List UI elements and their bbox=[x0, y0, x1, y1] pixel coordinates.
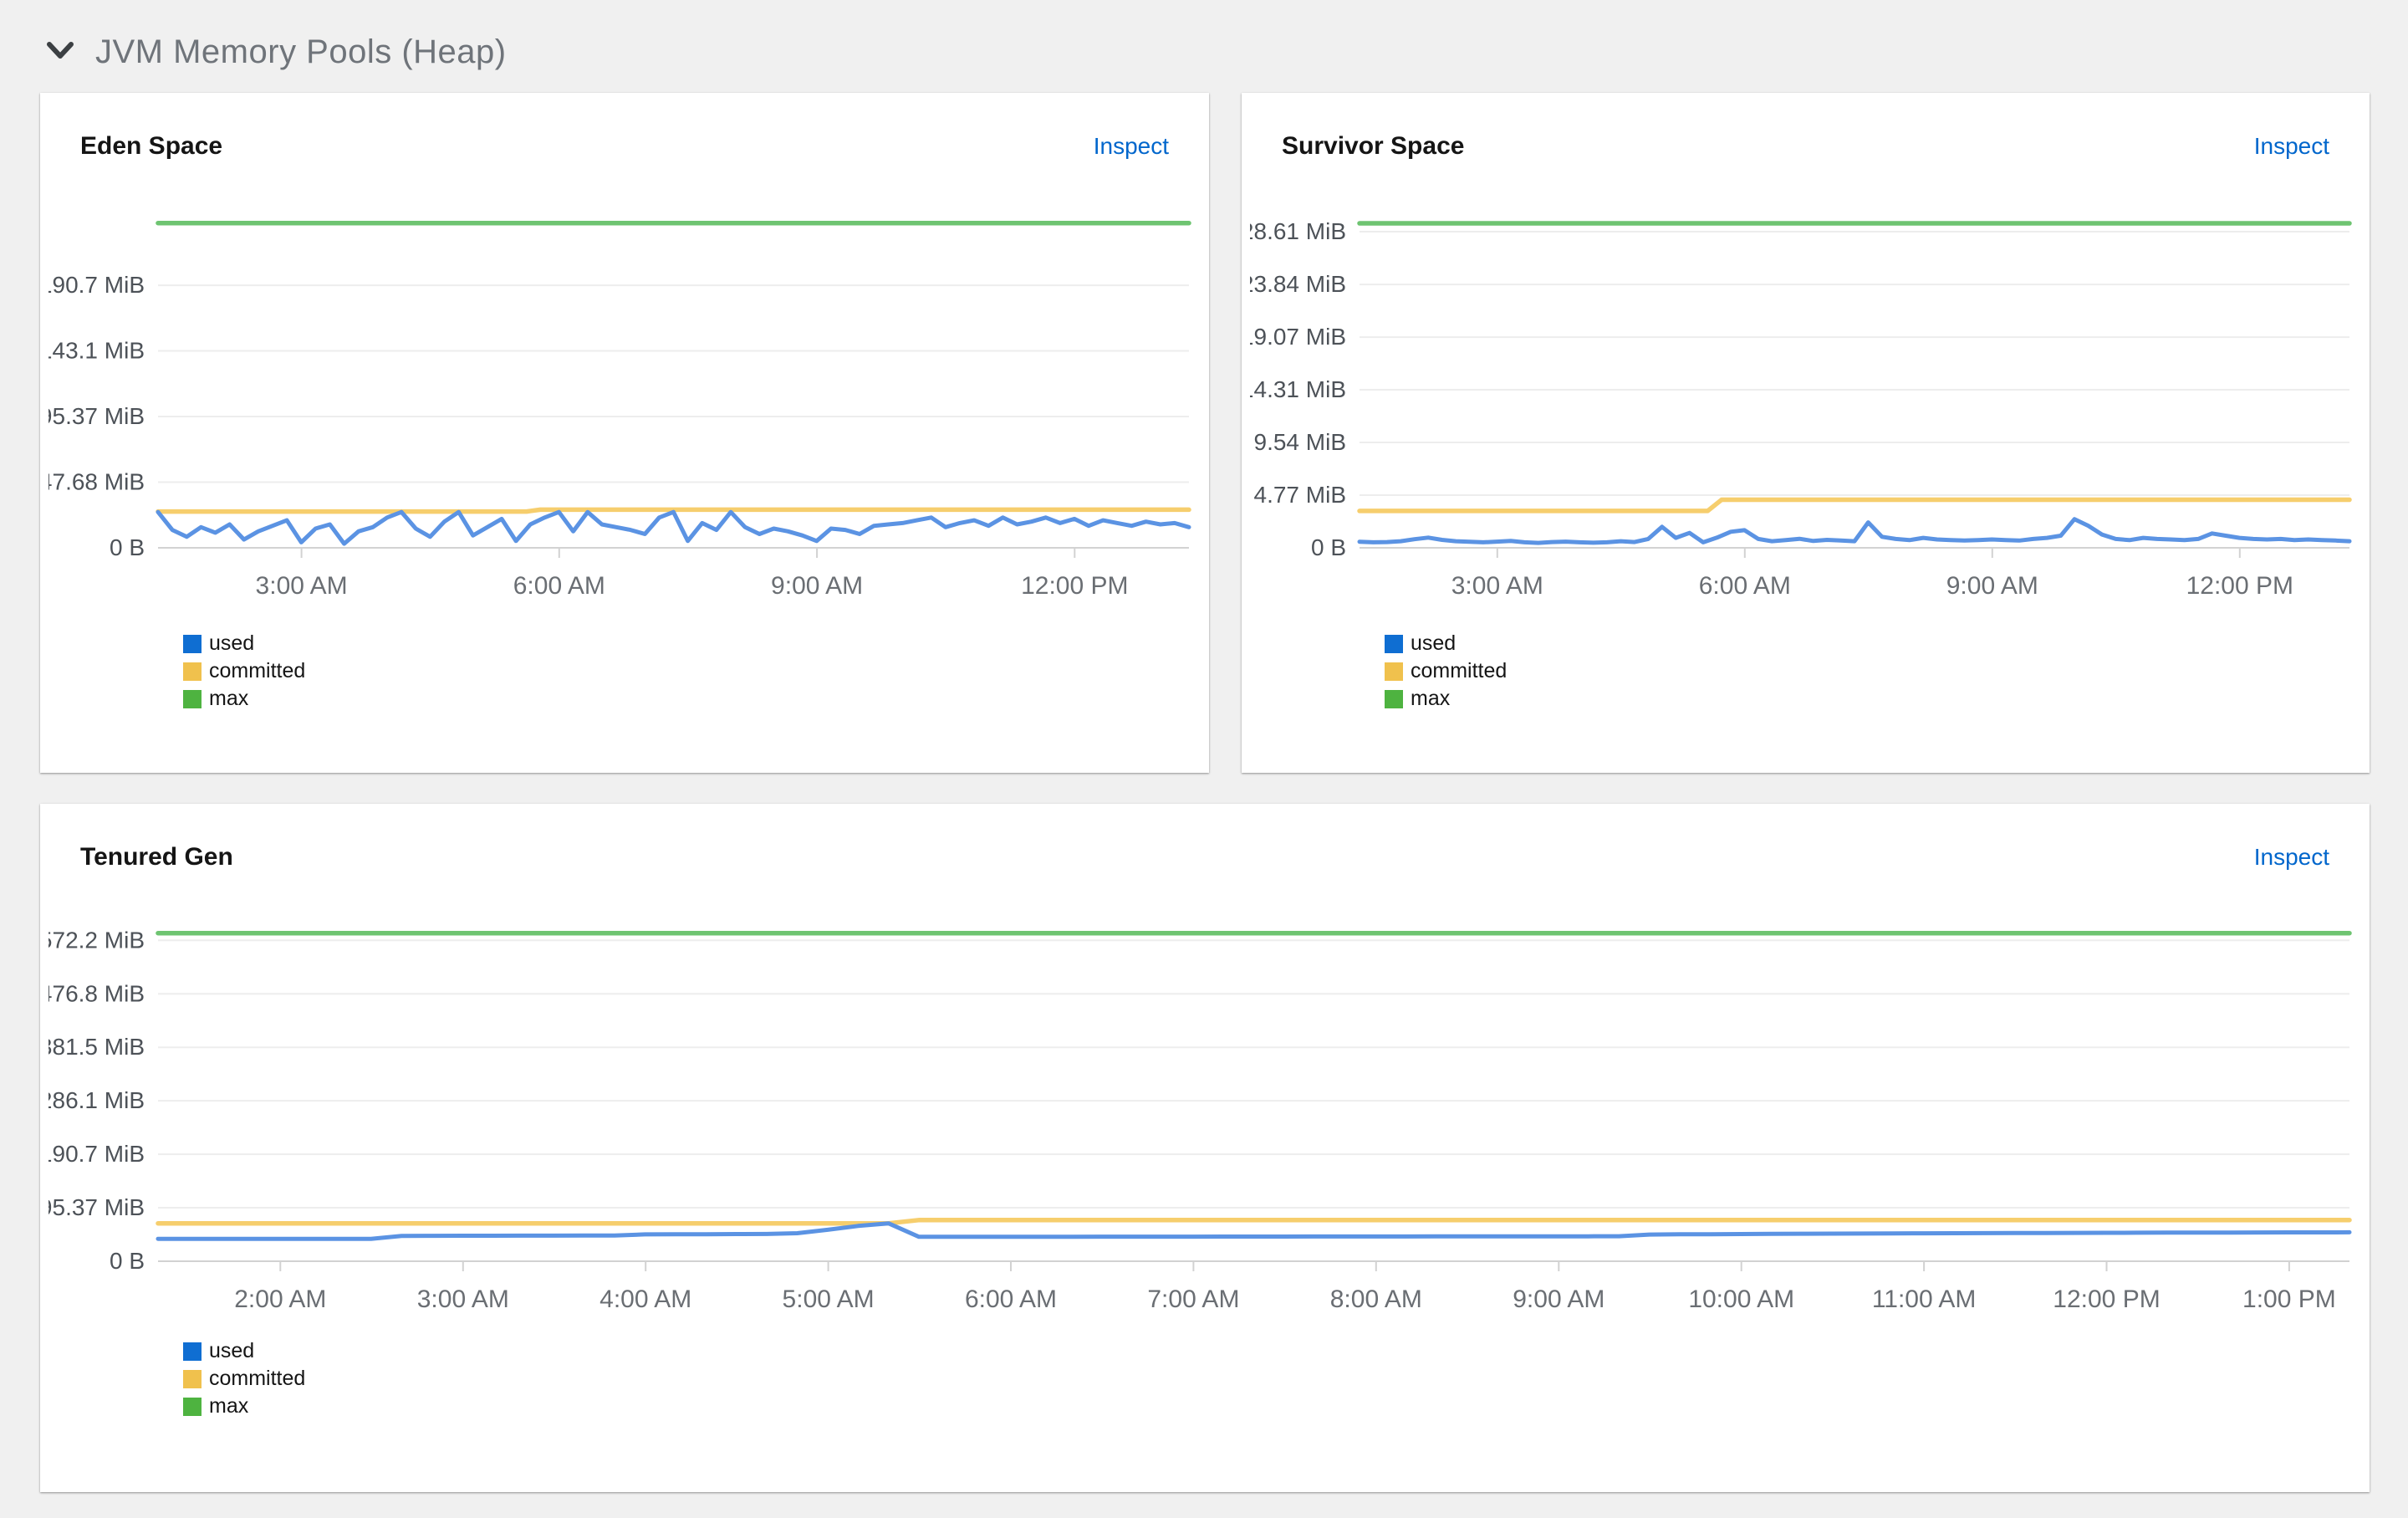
svg-text:572.2 MiB: 572.2 MiB bbox=[48, 927, 145, 953]
svg-text:6:00 AM: 6:00 AM bbox=[965, 1285, 1057, 1313]
used-swatch bbox=[1385, 634, 1403, 653]
svg-text:476.8 MiB: 476.8 MiB bbox=[48, 980, 145, 1006]
svg-text:0 B: 0 B bbox=[1311, 534, 1346, 560]
committed-swatch bbox=[183, 662, 202, 681]
inspect-link[interactable]: Inspect bbox=[2254, 841, 2329, 874]
tenured-gen-chart-canvas: 0 B 95.37 MiB 190.7 MiB 286.1 MiB 381.5 MiB 4… bbox=[40, 921, 2361, 1322]
used-swatch bbox=[183, 1342, 202, 1361]
svg-text:6:00 AM: 6:00 AM bbox=[513, 572, 605, 600]
svg-text:9.54 MiB: 9.54 MiB bbox=[1254, 429, 1347, 455]
svg-text:3:00 AM: 3:00 AM bbox=[1451, 572, 1543, 600]
max-swatch bbox=[183, 1397, 202, 1416]
eden-space-chart-canvas: 0 B 47.68 MiB 95.37 MiB 143.1 MiB 190.7 MiB 3… bbox=[40, 211, 1201, 604]
svg-text:190.7 MiB: 190.7 MiB bbox=[48, 272, 145, 298]
used-swatch bbox=[183, 634, 202, 653]
legend-item-used[interactable]: used bbox=[183, 1337, 2370, 1365]
svg-text:381.5 MiB: 381.5 MiB bbox=[48, 1034, 145, 1060]
legend-item-committed[interactable]: committed bbox=[1385, 657, 2370, 685]
panel-header: Survivor Space Inspect bbox=[1242, 93, 2370, 163]
legend-label: committed bbox=[209, 1367, 306, 1390]
legend-item-used[interactable]: used bbox=[183, 630, 1209, 657]
svg-text:190.7 MiB: 190.7 MiB bbox=[48, 1141, 145, 1167]
legend-item-committed[interactable]: committed bbox=[183, 1365, 2370, 1393]
panel-card-eden-space: Eden Space Inspect 0 B 47.68 MiB 95.37 MiB… bbox=[40, 93, 1209, 773]
svg-text:28.61 MiB: 28.61 MiB bbox=[1250, 218, 1346, 244]
legend-item-used[interactable]: used bbox=[1385, 630, 2370, 657]
panel-title: Tenured Gen bbox=[80, 843, 233, 871]
max-swatch bbox=[1385, 689, 1403, 708]
svg-text:1:00 PM: 1:00 PM bbox=[2242, 1285, 2336, 1313]
svg-text:12:00 PM: 12:00 PM bbox=[1021, 572, 1128, 600]
max-swatch bbox=[183, 689, 202, 708]
chart-legend: used committed max bbox=[1385, 630, 2370, 713]
panel-card-tenured-gen: Tenured Gen Inspect 0 B 95.37 MiB 190.7 Mi… bbox=[40, 804, 2370, 1492]
svg-text:6:00 AM: 6:00 AM bbox=[1699, 572, 1791, 600]
panel-title: Survivor Space bbox=[1282, 132, 1465, 160]
legend-item-max[interactable]: max bbox=[183, 685, 1209, 713]
svg-text:12:00 PM: 12:00 PM bbox=[2053, 1285, 2160, 1313]
panels-row-top: Eden Space Inspect 0 B 47.68 MiB 95.37 MiB… bbox=[40, 93, 2370, 773]
inspect-link[interactable]: Inspect bbox=[2254, 130, 2329, 163]
legend-item-max[interactable]: max bbox=[1385, 685, 2370, 713]
svg-text:3:00 AM: 3:00 AM bbox=[417, 1285, 509, 1313]
svg-text:9:00 AM: 9:00 AM bbox=[1513, 1285, 1604, 1313]
legend-label: max bbox=[209, 1394, 249, 1418]
svg-text:23.84 MiB: 23.84 MiB bbox=[1250, 271, 1346, 297]
legend-item-max[interactable]: max bbox=[183, 1393, 2370, 1420]
svg-text:14.31 MiB: 14.31 MiB bbox=[1250, 376, 1346, 402]
section-collapse-button[interactable] bbox=[47, 42, 74, 63]
chevron-down-icon bbox=[47, 42, 74, 63]
svg-text:95.37 MiB: 95.37 MiB bbox=[48, 403, 145, 429]
svg-text:4.77 MiB: 4.77 MiB bbox=[1254, 482, 1347, 508]
svg-text:11:00 AM: 11:00 AM bbox=[1872, 1285, 1977, 1313]
panel-title: Eden Space bbox=[80, 132, 223, 160]
legend-label: committed bbox=[209, 659, 306, 682]
svg-text:2:00 AM: 2:00 AM bbox=[234, 1285, 326, 1313]
legend-label: committed bbox=[1411, 659, 1508, 682]
svg-text:0 B: 0 B bbox=[110, 534, 145, 560]
section-header: JVM Memory Pools (Heap) bbox=[0, 0, 2408, 93]
svg-text:5:00 AM: 5:00 AM bbox=[783, 1285, 875, 1313]
svg-text:10:00 AM: 10:00 AM bbox=[1688, 1285, 1794, 1313]
svg-text:19.07 MiB: 19.07 MiB bbox=[1250, 324, 1346, 350]
inspect-link[interactable]: Inspect bbox=[1094, 130, 1169, 163]
committed-swatch bbox=[1385, 662, 1403, 681]
svg-text:9:00 AM: 9:00 AM bbox=[1946, 572, 2038, 600]
legend-label: used bbox=[1411, 631, 1457, 655]
svg-text:0 B: 0 B bbox=[110, 1248, 145, 1274]
legend-label: max bbox=[209, 687, 249, 710]
svg-text:7:00 AM: 7:00 AM bbox=[1147, 1285, 1239, 1313]
svg-text:143.1 MiB: 143.1 MiB bbox=[48, 338, 145, 364]
svg-text:47.68 MiB: 47.68 MiB bbox=[48, 469, 145, 495]
panel-header: Eden Space Inspect bbox=[40, 93, 1209, 163]
panel-card-survivor-space: Survivor Space Inspect 0 B 4.77 MiB 9.54 M… bbox=[1242, 93, 2370, 773]
svg-text:4:00 AM: 4:00 AM bbox=[599, 1285, 691, 1313]
svg-text:8:00 AM: 8:00 AM bbox=[1330, 1285, 1422, 1313]
svg-text:95.37 MiB: 95.37 MiB bbox=[48, 1194, 145, 1220]
committed-swatch bbox=[183, 1369, 202, 1388]
chart-legend: used committed max bbox=[183, 630, 1209, 713]
panel-header: Tenured Gen Inspect bbox=[40, 804, 2370, 874]
svg-text:9:00 AM: 9:00 AM bbox=[771, 572, 863, 600]
legend-label: used bbox=[209, 1339, 255, 1362]
svg-text:286.1 MiB: 286.1 MiB bbox=[48, 1087, 145, 1113]
section-title: JVM Memory Pools (Heap) bbox=[95, 33, 507, 70]
legend-label: used bbox=[209, 631, 255, 655]
survivor-space-chart-canvas: 0 B 4.77 MiB 9.54 MiB 14.31 MiB 19.07 MiB 23.… bbox=[1242, 211, 2361, 604]
legend-label: max bbox=[1411, 687, 1451, 710]
legend-item-committed[interactable]: committed bbox=[183, 657, 1209, 685]
svg-text:3:00 AM: 3:00 AM bbox=[256, 572, 348, 600]
dashboard-page: JVM Memory Pools (Heap) Eden Space Inspe… bbox=[0, 0, 2408, 1518]
chart-legend: used committed max bbox=[183, 1337, 2370, 1420]
svg-text:12:00 PM: 12:00 PM bbox=[2186, 572, 2293, 600]
